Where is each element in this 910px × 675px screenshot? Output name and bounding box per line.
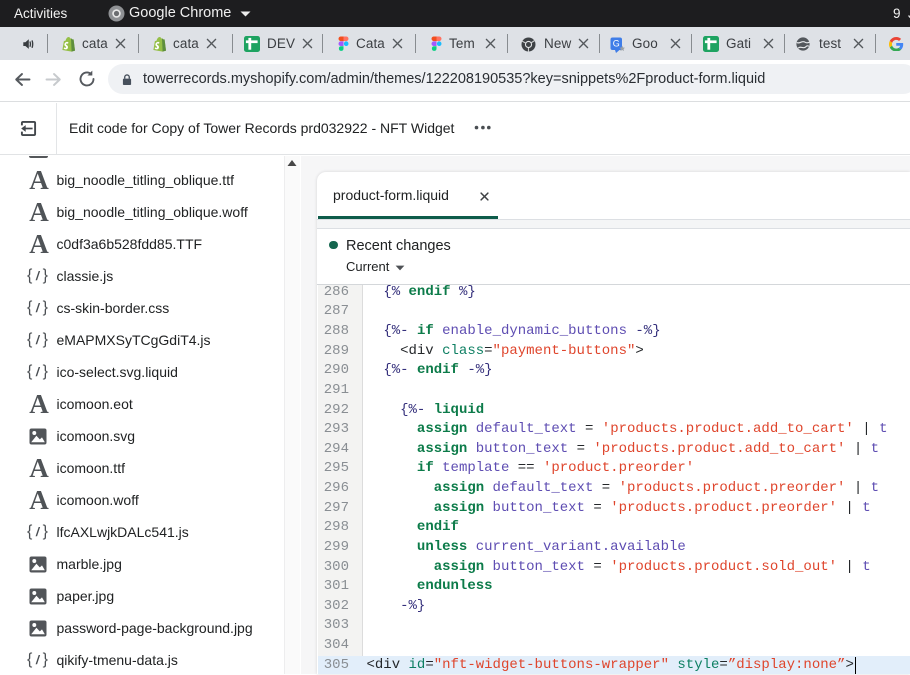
svg-text:G: G	[613, 39, 620, 49]
